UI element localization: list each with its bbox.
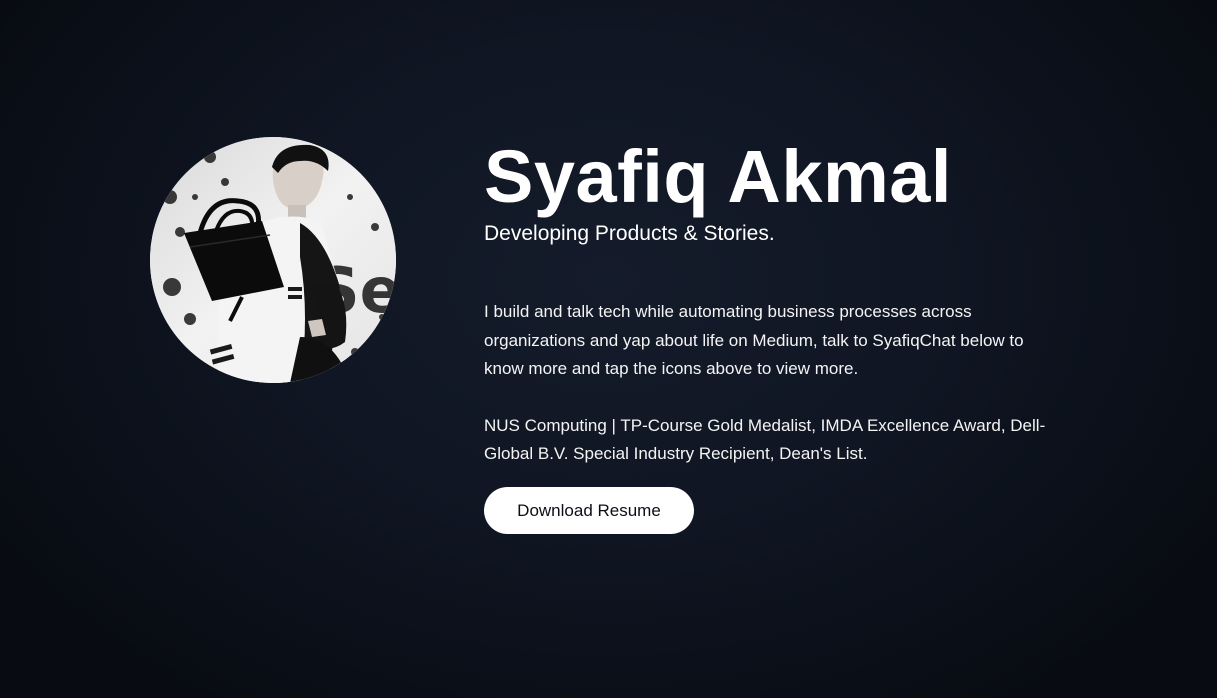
- profile-photo: Sei: [150, 137, 396, 383]
- tagline: Developing Products & Stories.: [484, 222, 775, 245]
- hero-content: Syafiq Akmal Developing Products & Stori…: [484, 132, 1064, 469]
- bio-paragraph: I build and talk tech while automating b…: [484, 302, 1024, 378]
- profile-photo-image: Sei: [150, 137, 396, 383]
- download-resume-button[interactable]: Download Resume: [484, 487, 694, 534]
- page-title: Syafiq Akmal: [484, 135, 952, 218]
- credentials-paragraph: NUS Computing | TP-Course Gold Medalist,…: [484, 415, 1046, 464]
